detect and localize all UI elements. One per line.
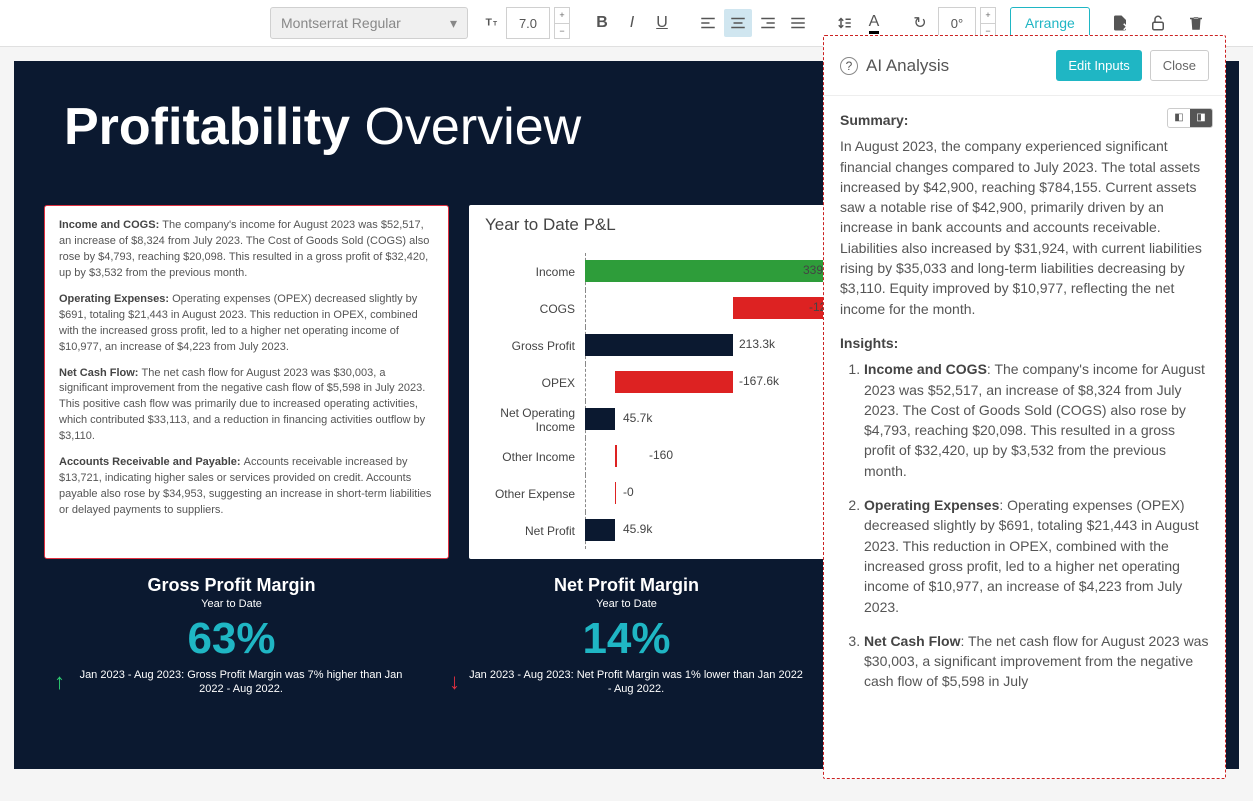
align-justify-button[interactable]: [784, 9, 812, 37]
rotate-icon[interactable]: ↻: [906, 9, 934, 37]
trend-up-icon: ↑: [54, 668, 65, 697]
align-center-button[interactable]: [724, 9, 752, 37]
chart-row-value: -167.6k: [739, 374, 779, 388]
step-up-icon[interactable]: +: [981, 8, 995, 24]
summary-text: In August 2023, the company experienced …: [840, 136, 1209, 319]
bold-button[interactable]: B: [588, 9, 616, 37]
insight-item: Income and COGS: The company's income fo…: [864, 359, 1209, 481]
metric-desc: Jan 2023 - Aug 2023: Net Profit Margin w…: [468, 668, 804, 697]
metric-card: Net Profit Margin Year to Date 14% ↓ Jan …: [439, 575, 814, 697]
font-select[interactable]: Montserrat Regular ▾: [270, 7, 468, 39]
view-toggle[interactable]: ◧ ◨: [1167, 108, 1213, 128]
step-down-icon[interactable]: −: [555, 24, 569, 39]
close-button[interactable]: Close: [1150, 50, 1209, 81]
chart-row-label: Other Income: [485, 450, 585, 464]
insight-item: Net Cash Flow: The net cash flow for Aug…: [864, 631, 1209, 692]
title-light: Overview: [350, 98, 581, 156]
panel-title: AI Analysis: [866, 56, 949, 76]
help-icon[interactable]: ?: [840, 57, 858, 75]
insights-heading: Insights:: [840, 333, 1209, 353]
chart-row-value: -0: [623, 485, 634, 499]
ai-body[interactable]: ◧ ◨ Summary: In August 2023, the company…: [824, 96, 1225, 778]
step-up-icon[interactable]: +: [555, 8, 569, 24]
export-icon[interactable]: [1106, 9, 1134, 37]
chart-row-value: 213.3k: [739, 337, 775, 351]
font-name: Montserrat Regular: [281, 15, 401, 31]
summary-heading: Summary:: [840, 110, 1209, 130]
underline-button[interactable]: U: [648, 9, 676, 37]
metric-value: 14%: [439, 614, 814, 664]
chart-row-label: Net Profit: [485, 524, 585, 538]
metric-card: Gross Profit Margin Year to Date 63% ↑ Ja…: [44, 575, 419, 697]
chart-row-label: Income: [485, 265, 585, 279]
line-spacing-button[interactable]: [830, 9, 858, 37]
chart-row-value: -160: [649, 448, 673, 462]
svg-text:T: T: [486, 16, 493, 28]
metric-title: Net Profit Margin: [439, 575, 814, 596]
layout-left-icon[interactable]: ◧: [1168, 109, 1190, 127]
size-stepper[interactable]: +−: [554, 7, 570, 39]
font-color-button[interactable]: A: [860, 9, 888, 37]
trash-icon[interactable]: [1182, 9, 1210, 37]
align-right-button[interactable]: [754, 9, 782, 37]
align-left-button[interactable]: [694, 9, 722, 37]
lock-icon[interactable]: [1144, 9, 1172, 37]
metric-desc: Jan 2023 - Aug 2023: Gross Profit Margin…: [73, 668, 409, 697]
svg-text:T: T: [493, 20, 498, 27]
italic-button[interactable]: I: [618, 9, 646, 37]
chart-row-value: 45.7k: [623, 411, 652, 425]
chart-row-label: OPEX: [485, 376, 585, 390]
metric-subtitle: Year to Date: [439, 598, 814, 610]
chart-row-label: Gross Profit: [485, 339, 585, 353]
selected-text-block[interactable]: Income and COGS: The company's income fo…: [44, 205, 449, 559]
chart-row-value: 45.9k: [623, 522, 652, 536]
edit-inputs-button[interactable]: Edit Inputs: [1056, 50, 1141, 81]
chart-row-value: 339: [803, 263, 823, 277]
metric-title: Gross Profit Margin: [44, 575, 419, 596]
font-size-icon: TT: [484, 12, 502, 35]
chart-row-label: Net Operating Income: [485, 406, 585, 434]
chart-row-label: Other Expense: [485, 487, 585, 501]
title-bold: Profitability: [64, 98, 350, 156]
insight-item: Operating Expenses: Operating expenses (…: [864, 495, 1209, 617]
metric-value: 63%: [44, 614, 419, 664]
chevron-down-icon: ▾: [450, 15, 457, 32]
ai-analysis-panel: ? AI Analysis Edit Inputs Close ◧ ◨ Summ…: [823, 35, 1226, 779]
chart-row-label: COGS: [485, 302, 585, 316]
layout-right-icon[interactable]: ◨: [1190, 109, 1212, 127]
metric-subtitle: Year to Date: [44, 598, 419, 610]
trend-down-icon: ↓: [449, 668, 460, 697]
font-size-input[interactable]: [506, 7, 550, 39]
